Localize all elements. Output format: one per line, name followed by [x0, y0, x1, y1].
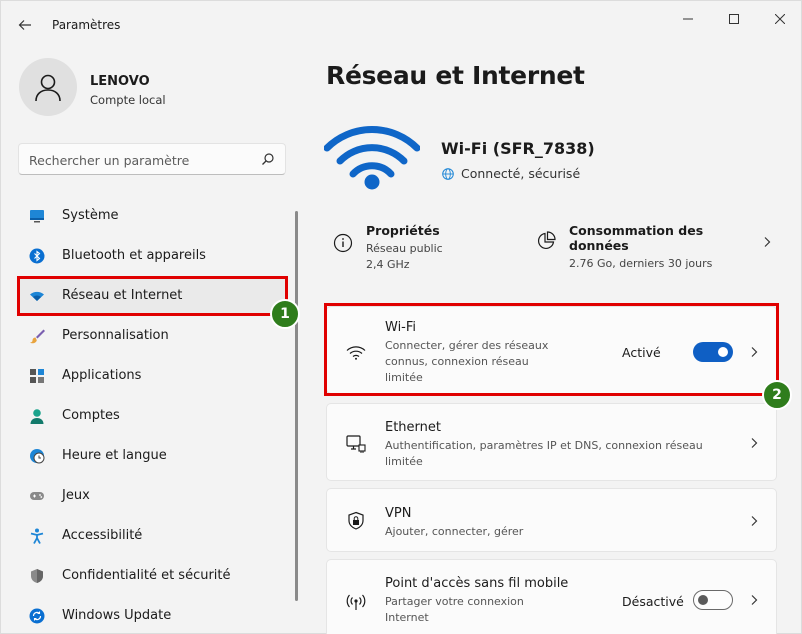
step-badge-2: 2	[762, 380, 792, 410]
chevron-right-icon	[751, 595, 758, 605]
gamepad-icon	[30, 492, 44, 500]
paintbrush-icon	[30, 329, 45, 344]
hotspot-icon	[346, 594, 366, 610]
vpn-card-title: VPN	[385, 506, 412, 521]
person-icon	[35, 74, 61, 102]
highlight-box-network-nav	[17, 276, 288, 316]
title-bar: Paramètres	[1, 1, 801, 41]
sidebar-item-label: Bluetooth et appareils	[62, 248, 206, 263]
close-button[interactable]	[757, 7, 802, 31]
highlight-box-wifi-card	[324, 303, 779, 396]
app-title: Paramètres	[52, 18, 121, 32]
network-name: Wi-Fi (SFR_7838)	[441, 139, 595, 158]
sidebar-item-accessibilite[interactable]: Accessibilité	[18, 518, 288, 554]
properties-link[interactable]: Propriétés Réseau public 2,4 GHz	[333, 223, 513, 279]
shield-icon	[31, 569, 43, 583]
sidebar-item-label: Jeux	[62, 488, 90, 503]
vpn-card[interactable]: VPN Ajouter, connecter, gérer	[326, 488, 777, 552]
data-usage-title: Consommation des données	[569, 223, 704, 253]
close-icon	[775, 14, 785, 24]
chevron-right-icon	[751, 516, 758, 526]
maximize-button[interactable]	[711, 7, 757, 31]
properties-network-type: Réseau public	[366, 242, 443, 255]
sidebar-item-systeme[interactable]: Système	[18, 198, 288, 234]
sidebar-item-label: Windows Update	[62, 608, 172, 623]
network-status: Connecté, sécurisé	[461, 166, 581, 181]
sidebar-item-confidentialite[interactable]: Confidentialité et sécurité	[18, 558, 288, 594]
hotspot-card-desc-line1: Partager votre connexion	[385, 595, 524, 608]
search-box[interactable]	[18, 143, 286, 175]
search-input[interactable]	[29, 150, 249, 170]
ethernet-icon	[346, 435, 366, 453]
hotspot-card[interactable]: Point d'accès sans fil mobile Partager v…	[326, 559, 777, 634]
search-icon[interactable]	[261, 152, 275, 166]
sidebar-item-label: Système	[62, 208, 119, 223]
maximize-icon	[729, 14, 739, 24]
avatar[interactable]	[19, 58, 77, 116]
sidebar-item-heure-langue[interactable]: Heure et langue	[18, 438, 288, 474]
bluetooth-icon	[29, 248, 45, 264]
sidebar-item-label: Comptes	[62, 408, 120, 423]
sidebar-item-label: Heure et langue	[62, 448, 167, 463]
page-title: Réseau et Internet	[326, 61, 585, 90]
sidebar-item-label: Personnalisation	[62, 328, 169, 343]
hotspot-card-title: Point d'accès sans fil mobile	[385, 576, 569, 591]
sidebar-item-bluetooth[interactable]: Bluetooth et appareils	[18, 238, 288, 274]
profile-name: LENOVO	[90, 74, 150, 89]
info-icon	[333, 233, 353, 253]
ethernet-card-desc-line2: limitée	[385, 455, 423, 468]
hotspot-state-label: Désactivé	[622, 594, 684, 609]
sidebar-item-applications[interactable]: Applications	[18, 358, 288, 394]
arrow-left-icon	[18, 20, 31, 30]
settings-window: Paramètres LENOVO Compte local Recherche…	[0, 0, 802, 634]
sidebar-item-jeux[interactable]: Jeux	[18, 478, 288, 514]
shield-icon	[348, 511, 364, 530]
ethernet-card-desc-line1: Authentification, paramètres IP et DNS, …	[385, 439, 703, 452]
data-usage-link[interactable]: Consommation des données 2.76 Go, dernie…	[536, 223, 776, 270]
data-usage-amount: 2.76 Go, derniers 30 jours	[569, 257, 713, 270]
properties-title: Propriétés	[366, 223, 440, 238]
sidebar-item-label: Accessibilité	[62, 528, 143, 543]
minimize-icon	[683, 18, 693, 20]
sidebar-scrollbar[interactable]	[295, 211, 298, 601]
update-icon	[29, 608, 45, 624]
profile-account-type: Compte local	[90, 93, 166, 107]
back-button[interactable]	[13, 13, 37, 37]
accessibility-icon	[30, 528, 44, 544]
minimize-button[interactable]	[665, 7, 711, 31]
ethernet-card-title: Ethernet	[385, 420, 441, 435]
chevron-right-icon	[751, 438, 758, 448]
pie-chart-icon	[537, 231, 556, 250]
clock-globe-icon	[30, 449, 45, 464]
system-display-icon	[30, 210, 44, 223]
properties-band: 2,4 GHz	[366, 258, 410, 271]
apps-icon	[30, 369, 44, 383]
sidebar-item-label: Confidentialité et sécurité	[62, 568, 231, 583]
toggle-knob	[698, 595, 708, 605]
person-icon	[30, 409, 44, 424]
ethernet-card[interactable]: Ethernet Authentification, paramètres IP…	[326, 403, 777, 481]
chevron-right-icon	[764, 237, 771, 247]
wifi-large-icon	[324, 126, 420, 190]
sidebar-item-windows-update[interactable]: Windows Update	[18, 598, 288, 634]
step-badge-1: 1	[270, 299, 300, 329]
hotspot-toggle[interactable]	[693, 590, 733, 610]
sidebar-item-comptes[interactable]: Comptes	[18, 398, 288, 434]
vpn-card-desc: Ajouter, connecter, gérer	[385, 525, 524, 538]
sidebar-item-label: Applications	[62, 368, 142, 383]
hotspot-card-desc-line2: Internet	[385, 611, 429, 624]
sidebar-item-personnalisation[interactable]: Personnalisation	[18, 318, 288, 354]
